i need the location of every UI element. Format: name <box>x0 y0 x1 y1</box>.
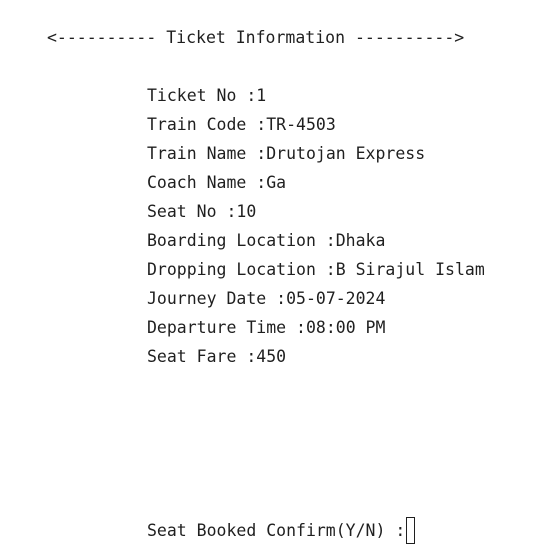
field-value: 1 <box>256 86 267 105</box>
field-value: Dhaka <box>335 231 386 250</box>
field-label: Train Name : <box>147 144 267 163</box>
field-value: 05-07-2024 <box>286 289 386 308</box>
field-label: Journey Date : <box>147 289 287 308</box>
field-value: 08:00 PM <box>305 318 386 337</box>
field-value: 450 <box>256 347 287 366</box>
field-train-name: Train Name :Drutojan Express <box>147 144 425 164</box>
confirm-input-cursor[interactable] <box>406 516 416 544</box>
field-label: Seat Fare : <box>147 347 257 366</box>
ticket-info-header: <---------- Ticket Information ---------… <box>47 28 465 47</box>
field-ticket-no: Ticket No :1 <box>147 86 266 106</box>
field-value: TR-4503 <box>266 115 336 134</box>
field-seat-no: Seat No :10 <box>147 202 256 222</box>
field-label: Boarding Location : <box>147 231 336 250</box>
field-value: 10 <box>236 202 257 221</box>
confirm-prompt-text: Seat Booked Confirm(Y/N) : <box>147 521 406 540</box>
field-boarding-location: Boarding Location :Dhaka <box>147 231 385 251</box>
field-train-code: Train Code :TR-4503 <box>147 115 336 135</box>
field-seat-fare: Seat Fare :450 <box>147 347 286 367</box>
field-label: Ticket No : <box>147 86 257 105</box>
field-label: Train Code : <box>147 115 267 134</box>
field-value: B Sirajul Islam <box>335 260 485 279</box>
field-dropping-location: Dropping Location :B Sirajul Islam <box>147 260 485 280</box>
field-label: Coach Name : <box>147 173 267 192</box>
confirm-prompt: Seat Booked Confirm(Y/N) : <box>147 516 416 544</box>
field-label: Dropping Location : <box>147 260 336 279</box>
field-label: Seat No : <box>147 202 237 221</box>
field-value: Drutojan Express <box>266 144 426 163</box>
field-label: Departure Time : <box>147 318 306 337</box>
field-departure-time: Departure Time :08:00 PM <box>147 318 385 338</box>
field-journey-date: Journey Date :05-07-2024 <box>147 289 385 309</box>
console-output: <---------- Ticket Information ---------… <box>0 0 547 556</box>
field-value: Ga <box>266 173 287 192</box>
field-coach-name: Coach Name :Ga <box>147 173 286 193</box>
